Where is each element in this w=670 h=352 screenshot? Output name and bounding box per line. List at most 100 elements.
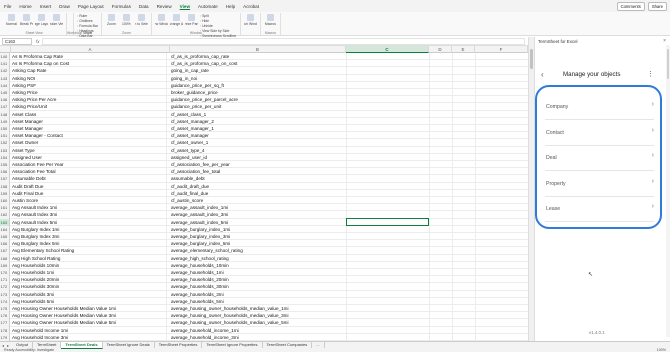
row-number[interactable]: 176: [0, 312, 10, 320]
cell-field-key[interactable]: average_burglary_index_1mi: [170, 226, 346, 233]
row-number[interactable]: 150: [0, 125, 10, 133]
row-number[interactable]: 174: [0, 297, 10, 305]
row-number[interactable]: 175: [0, 305, 10, 313]
cell-field-label[interactable]: Association Fee Per Year: [11, 161, 167, 169]
cell-field-label[interactable]: Avg Housing Owner Households Median Valu…: [11, 312, 167, 320]
cell-field-key[interactable]: average_households_30min: [170, 283, 346, 290]
ribbon-button[interactable]: New Window: [155, 13, 168, 26]
cell-field-label[interactable]: Avg Households 1mi: [11, 269, 167, 277]
column-header-a[interactable]: A: [11, 46, 170, 53]
ribbon-option[interactable]: Split: [200, 14, 237, 18]
ribbon-button[interactable]: Page Break Preview: [20, 13, 33, 26]
select-all-corner[interactable]: [0, 46, 11, 53]
cell-field-key[interactable]: cf_audit_final_due: [170, 190, 346, 197]
menu-item[interactable]: Page Layout: [78, 4, 104, 9]
cell-field-key[interactable]: average_burglary_index_5mi: [170, 240, 346, 247]
column-header-b[interactable]: B: [170, 46, 346, 53]
row-number[interactable]: 166: [0, 240, 10, 248]
row-number[interactable]: 179: [0, 333, 10, 341]
ribbon-button[interactable]: Page Layout: [35, 13, 48, 26]
cell-field-key[interactable]: cf_asset_manager_2: [170, 118, 346, 125]
cell-field-label[interactable]: Asset Manager - Contact: [11, 132, 167, 140]
cell-field-label[interactable]: Asset Class: [11, 110, 167, 118]
cell-field-label[interactable]: Asset Type: [11, 146, 167, 154]
row-number[interactable]: 140: [0, 53, 10, 61]
cell-field-label[interactable]: Avg Households 20min: [11, 276, 167, 284]
cell-field-label[interactable]: Avg Housing Owner Households Median Valu…: [11, 305, 167, 313]
cell-field-key[interactable]: assumable_debt: [170, 175, 346, 182]
cell-field-key[interactable]: average_households_5mi: [170, 298, 346, 305]
cell-field-key[interactable]: average_households_3mi: [170, 291, 346, 298]
ribbon-option[interactable]: Unhide: [200, 24, 237, 28]
cell-field-key[interactable]: cf_austin_score: [170, 197, 346, 204]
column-header-c[interactable]: C: [346, 46, 429, 53]
ribbon-button[interactable]: Zoom to Selection: [135, 13, 148, 26]
cell-field-key[interactable]: average_housing_owner_households_median_…: [170, 305, 346, 312]
cell-field-label[interactable]: Avg Burglary Index 3mi: [11, 233, 167, 241]
scrollbar-thumb[interactable]: [530, 49, 533, 69]
cell-field-label[interactable]: Asking PSF: [11, 81, 167, 89]
cell-field-label[interactable]: Asking Cap Rate: [11, 67, 167, 75]
ribbon-button[interactable]: Macros: [264, 13, 277, 26]
cell-field-key[interactable]: cf_association_fee_per_year: [170, 161, 346, 168]
object-item[interactable]: Deal ›: [545, 146, 654, 171]
sheet-tab[interactable]: TermSheet Ignore Deals: [103, 342, 155, 348]
row-number[interactable]: 155: [0, 161, 10, 169]
row-number[interactable]: 161: [0, 204, 10, 212]
cell-field-key[interactable]: average_housing_owner_households_median_…: [170, 312, 346, 319]
cell-field-key[interactable]: average_assault_index_1mi: [170, 204, 346, 211]
row-number[interactable]: 172: [0, 283, 10, 291]
menu-item[interactable]: Acrobat: [243, 4, 259, 9]
cell-field-label[interactable]: Audit Final Due: [11, 189, 167, 197]
cell-field-label[interactable]: Asking Price Per Acre: [11, 96, 167, 104]
cell-field-key[interactable]: average_households_10min: [170, 262, 346, 269]
menu-item[interactable]: Draw: [59, 4, 70, 9]
close-icon[interactable]: ×: [663, 38, 666, 44]
row-number[interactable]: 171: [0, 276, 10, 284]
cell-field-key[interactable]: average_household_income_1mi: [170, 327, 346, 334]
cell-field-label[interactable]: Asking Price: [11, 89, 167, 97]
ribbon-option[interactable]: Hide: [200, 19, 237, 23]
ribbon-option[interactable]: Ruler: [77, 14, 98, 18]
more-options-icon[interactable]: ⋮: [647, 70, 654, 78]
cell-field-key[interactable]: cf_audit_draft_due: [170, 183, 346, 190]
cell-field-key[interactable]: cf_asset_type_4: [170, 147, 346, 154]
cell-field-key[interactable]: guidance_price_per_sq_ft: [170, 82, 346, 89]
row-number[interactable]: 158: [0, 182, 10, 190]
row-number[interactable]: 154: [0, 153, 10, 161]
cell-field-label[interactable]: Asset Manager: [11, 125, 167, 133]
cell-field-key[interactable]: cf_as_is_proforma_cap_on_cost: [170, 60, 346, 67]
cell-field-key[interactable]: assigned_user_id: [170, 154, 346, 161]
menu-item[interactable]: Review: [157, 4, 172, 9]
menu-item[interactable]: Help: [226, 4, 235, 9]
row-number[interactable]: 145: [0, 89, 10, 97]
comments-button[interactable]: Comments: [616, 2, 645, 11]
column-header-d[interactable]: D: [429, 46, 452, 53]
cell-field-label[interactable]: Avg Households 10min: [11, 261, 167, 269]
menu-item[interactable]: Insert: [40, 4, 52, 9]
tab-next-icon[interactable]: ▸: [7, 343, 9, 348]
cell-field-label[interactable]: Assigned User: [11, 153, 167, 161]
ribbon-button[interactable]: Normal: [5, 13, 18, 26]
selected-cell[interactable]: [346, 218, 429, 227]
cell-field-key[interactable]: average_housing_owner_households_median_…: [170, 319, 346, 326]
cell-field-key[interactable]: cf_association_fee_total: [170, 168, 346, 175]
cell-field-label[interactable]: Avg High School Rating: [11, 254, 167, 262]
cell-field-key[interactable]: average_households_1mi: [170, 269, 346, 276]
cell-field-key[interactable]: average_assault_index_3mi: [170, 211, 346, 218]
cell-field-key[interactable]: average_household_income_3mi: [170, 334, 346, 341]
cell-field-label[interactable]: Asset Owner: [11, 139, 167, 147]
zoom-level[interactable]: 100%: [657, 348, 666, 352]
cell-field-label[interactable]: Asking Price/Unit: [11, 103, 167, 111]
column-header-f[interactable]: F: [475, 46, 528, 53]
sheet-tab[interactable]: TermSheet Properties: [155, 342, 203, 348]
share-button[interactable]: Share: [647, 2, 667, 11]
row-number[interactable]: 159: [0, 189, 10, 197]
sheet-tab[interactable]: TermSheet Ignore Properties: [202, 342, 263, 348]
cell-field-key[interactable]: cf_as_is_proforma_cap_rate: [170, 53, 346, 60]
row-number[interactable]: 162: [0, 211, 10, 219]
row-number[interactable]: 144: [0, 81, 10, 89]
cell-field-key[interactable]: average_high_school_rating: [170, 255, 346, 262]
sheet-tab[interactable]: TermSheet Companies: [263, 342, 313, 348]
object-item[interactable]: Contact ›: [545, 121, 654, 146]
